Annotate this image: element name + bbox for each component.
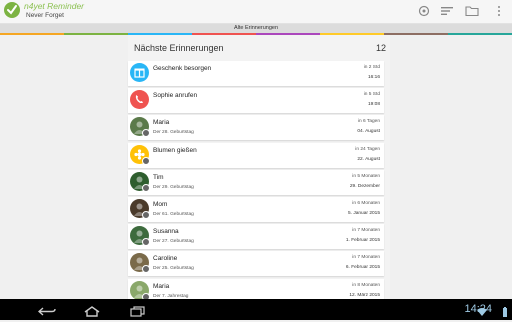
reminder-date: 19:08 [367, 102, 380, 108]
reminder-date: 22. August [357, 156, 380, 162]
reminder-type-badge-icon [142, 183, 150, 192]
reminder-name: Geschenk besorgen [153, 65, 212, 72]
reminder-relative-time: in 24 Tagen [355, 146, 380, 152]
reminder-name: Blumen gießen [153, 146, 197, 154]
phone-icon [130, 90, 149, 110]
recents-icon[interactable] [128, 304, 146, 317]
reminder-subtitle: Der 61. Geburtstag [153, 212, 194, 217]
reminder-name: Susanna [153, 228, 179, 236]
color-strip-segment [64, 33, 128, 35]
reminder-relative-time: in 7 Monaten [352, 255, 380, 261]
reminder-item[interactable]: Susanna Der 27. Geburtstag in 7 Monaten 1. … [128, 224, 384, 250]
reminder-count: 12 [375, 43, 386, 53]
reminder-name: Maria [153, 282, 170, 290]
reminder-item[interactable]: Geschenk besorgen in 2 Std 16:16 [128, 61, 384, 86]
contact-avatar [130, 171, 150, 192]
reminder-relative-time: in 7 Monaten [352, 228, 380, 234]
reminder-name: Mom [153, 201, 168, 208]
color-strip-segment [448, 33, 512, 35]
contact-avatar [130, 280, 150, 301]
section-title: Nächste Erinnerungen [134, 43, 224, 53]
color-strip-segment [384, 33, 448, 35]
reminder-name: Tim [153, 173, 164, 181]
battery-icon [502, 304, 508, 322]
action-bar: n4yet Reminder Never Forget [0, 0, 512, 24]
reminder-subtitle: Der 29. Geburtstag [153, 184, 194, 190]
contact-avatar [130, 117, 150, 138]
reminder-item[interactable]: Sophie anrufen in 5 Std 19:08 [128, 88, 384, 114]
sort-icon[interactable] [440, 5, 454, 17]
folder-icon[interactable] [465, 5, 479, 17]
reminder-relative-time: in 6 Tagen [357, 119, 380, 125]
reminder-relative-time: in 2 Std [363, 65, 380, 70]
reminder-name: Maria [153, 119, 170, 127]
reminder-relative-time: in 5 Monaten [352, 173, 380, 179]
contact-avatar [130, 226, 150, 247]
contact-avatar [130, 199, 150, 219]
reminder-subtitle: Der 27. Geburtstag [153, 239, 194, 245]
reminder-subtitle: Der 28. Geburtstag [153, 130, 194, 136]
reminder-date: 1. Februar 2015 [345, 238, 380, 244]
section-header: Nächste Erinnerungen 12 [134, 42, 386, 54]
reminder-date: 12. März 2015 [349, 292, 380, 298]
reminder-item[interactable]: Blumen gießen in 24 Tagen 22. August [128, 142, 384, 168]
app-subtitle: Never Forget [26, 12, 64, 19]
reminder-date: 5. Januar 2015 [347, 211, 380, 216]
reminder-name: Sophie anrufen [153, 92, 198, 100]
reminder-date: 16:16 [367, 75, 380, 80]
reminder-item[interactable]: Caroline Der 25. Geburtstag in 7 Monaten 6.… [128, 251, 384, 277]
reminder-relative-time: in 8 Monaten [352, 282, 380, 288]
reminder-relative-time: in 6 Monaten [352, 201, 380, 206]
app-title: n4yet Reminder [24, 1, 85, 11]
flower-icon [130, 144, 150, 165]
sync-icon[interactable] [417, 5, 431, 17]
color-strip-segment [0, 33, 64, 35]
reminder-date: 04. August [357, 129, 380, 135]
tab-old-reminders[interactable]: Alte Erinnerungen [0, 24, 512, 33]
contact-avatar [130, 253, 150, 274]
reminder-item[interactable]: Maria Der 28. Geburtstag in 6 Tagen 04. Aug… [128, 115, 384, 141]
reminder-date: 6. Februar 2015 [345, 265, 380, 271]
reminder-date: 29. Dezember [349, 183, 380, 189]
back-icon[interactable] [37, 304, 56, 316]
reminder-item[interactable]: Mom Der 61. Geburtstag in 6 Monaten 5. Janu… [128, 197, 384, 222]
gift-icon [130, 63, 149, 82]
tab-bar: Alte Erinnerungen [0, 24, 512, 33]
wifi-icon [477, 304, 487, 322]
reminder-name: Caroline [153, 255, 178, 263]
reminder-type-badge-icon [142, 211, 150, 219]
reminder-item[interactable]: Tim Der 29. Geburtstag in 5 Monaten 29. Dez… [128, 169, 384, 195]
reminder-list-panel: Nächste Erinnerungen 12 Geschenk besorge… [128, 35, 390, 304]
reminder-type-badge-icon [142, 156, 150, 165]
app-logo-icon [4, 2, 20, 18]
reminder-relative-time: in 5 Std [363, 92, 380, 98]
system-navigation-bar: 14:24 [0, 299, 512, 320]
reminder-subtitle: Der 25. Geburtstag [153, 266, 194, 272]
overflow-menu-icon[interactable] [496, 5, 502, 17]
home-icon[interactable] [83, 304, 101, 317]
